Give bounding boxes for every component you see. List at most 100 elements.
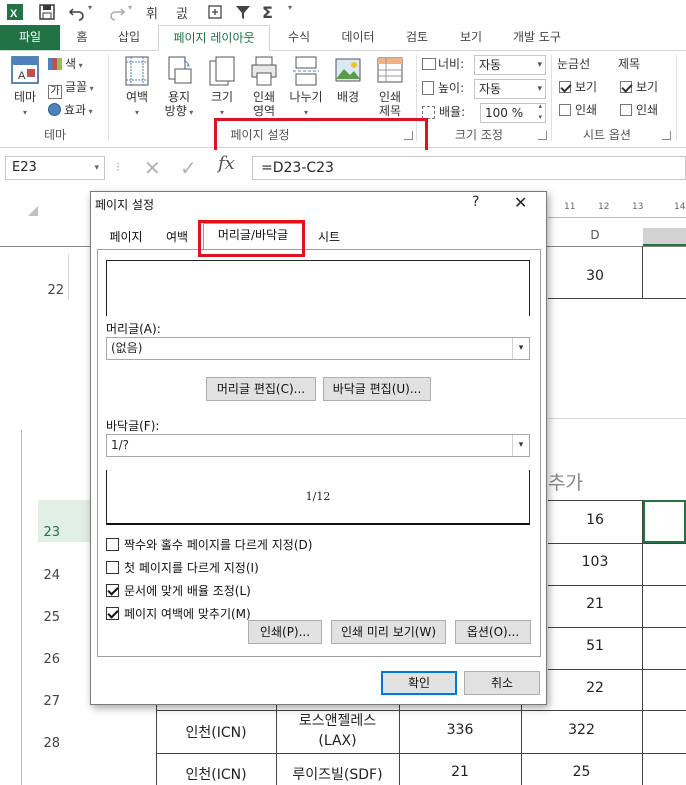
orientation-label-2: 방향 [164, 104, 187, 118]
cell-d29[interactable]: 25 [521, 764, 642, 780]
hanja-convert-icon[interactable]: 휘 [146, 3, 164, 22]
cell-d23[interactable]: 16 [548, 512, 642, 528]
cell-c28[interactable]: 로스앤젤레스 (LAX) [276, 711, 399, 751]
help-icon[interactable]: ? [472, 194, 479, 210]
edit-footer-button[interactable]: 바닥글 편집(U)... [323, 377, 431, 401]
insert-function-icon[interactable]: fx [218, 153, 235, 174]
orientation-button[interactable]: 용지 방향 ▾ [160, 55, 198, 120]
align-with-margins-checkbox[interactable]: 페이지 여백에 맞추기(M) [106, 605, 251, 622]
tab-developer[interactable]: 개발 도구 [505, 25, 569, 50]
hangul-convert-icon[interactable]: 긠 [176, 3, 194, 22]
footer-select[interactable]: 1/? ▾ [106, 434, 530, 457]
ribbon-separator [108, 55, 109, 141]
tab-sheet[interactable]: 시트 [307, 225, 351, 249]
active-cell-e23[interactable] [643, 500, 686, 543]
different-first-page-checkbox[interactable]: 첫 페이지를 다르게 지정(I) [106, 559, 259, 576]
enter-check-icon[interactable]: ✓ [180, 156, 197, 180]
redo-icon[interactable] [108, 3, 126, 21]
tab-page[interactable]: 페이지 [101, 225, 151, 249]
close-icon[interactable]: ✕ [514, 193, 527, 212]
cancel-icon[interactable]: ✕ [144, 156, 161, 180]
odd-even-pages-checkbox[interactable]: 짝수와 홀수 페이지를 다르게 지정(D) [106, 536, 312, 553]
cell-c29[interactable]: 루이즈빌(SDF) [276, 764, 399, 784]
theme-colors-icon [48, 58, 62, 70]
scale-height-select[interactable]: 자동 ▾ [474, 79, 546, 99]
cell-d26[interactable]: 51 [548, 638, 642, 654]
themes-button[interactable]: A 테마 ▾ [6, 55, 44, 120]
theme-effects-button[interactable]: 효과 ▾ [48, 101, 93, 119]
background-button[interactable]: 배경 [330, 55, 366, 104]
tab-margins[interactable]: 여백 [155, 225, 199, 249]
cell-d24[interactable]: 103 [548, 554, 642, 570]
breaks-button[interactable]: 나누기 ▾ [286, 55, 326, 120]
height-icon [422, 81, 434, 95]
sheet-options-group-label: 시트 옵션 [583, 128, 631, 142]
cell-c28-line1: 로스앤젤레스 [298, 713, 377, 729]
tab-page-layout[interactable]: 페이지 레이아웃 [158, 25, 270, 51]
tab-home[interactable]: 홈 [66, 25, 98, 50]
print-preview-button[interactable]: 인쇄 미리 보기(W) [331, 620, 446, 644]
gridlines-print-checkbox[interactable]: 인쇄 [559, 101, 597, 119]
sheet-options-launcher-icon[interactable] [662, 131, 671, 140]
tab-view[interactable]: 보기 [450, 25, 492, 50]
checkbox-checked-icon [620, 81, 632, 93]
undo-dropdown-icon[interactable]: ▾ [88, 3, 96, 21]
cell-d27[interactable]: 22 [548, 680, 642, 696]
theme-fonts-button[interactable]: 가 글꼴 ▾ [48, 78, 94, 99]
scale-percent-spinner[interactable]: 100 % ▴ ▾ [480, 102, 546, 123]
options-button[interactable]: 옵션(O)... [455, 620, 531, 644]
save-icon[interactable] [38, 3, 56, 21]
column-header-d[interactable]: D [548, 228, 642, 246]
paste-special-icon[interactable] [206, 3, 224, 21]
scale-group-label: 크기 조정 [455, 128, 503, 142]
scale-width-select[interactable]: 자동 ▾ [474, 55, 546, 75]
autosum-icon[interactable]: Σ [262, 3, 280, 22]
redo-dropdown-icon[interactable]: ▾ [128, 3, 136, 21]
header-label: 머리글(A): [106, 322, 161, 336]
ok-button[interactable]: 확인 [381, 671, 457, 695]
gridlines-view-checkbox[interactable]: 보기 [559, 78, 597, 96]
name-box[interactable]: E23 ▾ [5, 156, 105, 180]
print-area-button[interactable]: 인쇄 영역 [246, 55, 282, 118]
cell-value[interactable]: 21 [399, 764, 521, 780]
tab-file[interactable]: 파일 [0, 25, 60, 50]
print-titles-label-1: 인쇄 [378, 90, 402, 104]
cell-d22[interactable]: 30 [548, 268, 642, 284]
edit-header-button[interactable]: 머리글 편집(C)... [206, 377, 316, 401]
quick-access-toolbar: X ▾ ▾ 휘 긠 Σ ▾ [0, 0, 686, 25]
theme-colors-button[interactable]: 색 ▾ [48, 55, 83, 73]
headings-view-checkbox[interactable]: 보기 [620, 78, 658, 96]
align-with-margins-label: 페이지 여백에 맞추기(M) [124, 607, 251, 621]
headings-print-checkbox[interactable]: 인쇄 [620, 101, 658, 119]
formula-input[interactable]: =D23-C23 [252, 156, 686, 180]
tab-review[interactable]: 검토 [396, 25, 438, 50]
chevron-down-icon: ▾ [537, 84, 542, 94]
column-header-e[interactable] [643, 228, 686, 246]
undo-icon[interactable] [68, 3, 86, 21]
themes-label: 테마 [13, 90, 37, 104]
select-all-corner-icon[interactable] [28, 206, 38, 216]
cell-d25[interactable]: 21 [548, 596, 642, 612]
cell-value[interactable]: 336 [399, 722, 521, 738]
size-button[interactable]: 크기 ▾ [204, 55, 240, 120]
cell-b28[interactable]: 인천(ICN) [156, 722, 276, 742]
tab-formulas[interactable]: 수식 [278, 25, 320, 50]
horizontal-ruler: 11 12 13 14 [548, 200, 686, 218]
spinner-arrows-icon: ▴ ▾ [538, 102, 542, 121]
print-button[interactable]: 인쇄(P)... [248, 620, 322, 644]
tab-insert[interactable]: 삽입 [108, 25, 150, 50]
cell-b29[interactable]: 인천(ICN) [156, 764, 276, 784]
tab-data[interactable]: 데이터 [334, 25, 382, 50]
header-select[interactable]: (없음) ▾ [106, 337, 530, 360]
cancel-button[interactable]: 취소 [464, 671, 540, 695]
cell-d28[interactable]: 322 [521, 722, 642, 738]
print-titles-button[interactable]: 인쇄 제목 [372, 55, 408, 118]
row-number: 25 [43, 610, 60, 625]
scale-launcher-icon[interactable] [538, 131, 547, 140]
scale-with-document-checkbox[interactable]: 문서에 맞게 배율 조정(L) [106, 582, 251, 599]
customize-qat-icon[interactable]: ▾ [288, 3, 296, 21]
filter-icon[interactable] [234, 3, 252, 21]
margins-button[interactable]: 여백 ▾ [118, 55, 156, 120]
scale-height-row: 높이: [422, 79, 464, 97]
checkbox-unchecked-icon [106, 538, 119, 551]
